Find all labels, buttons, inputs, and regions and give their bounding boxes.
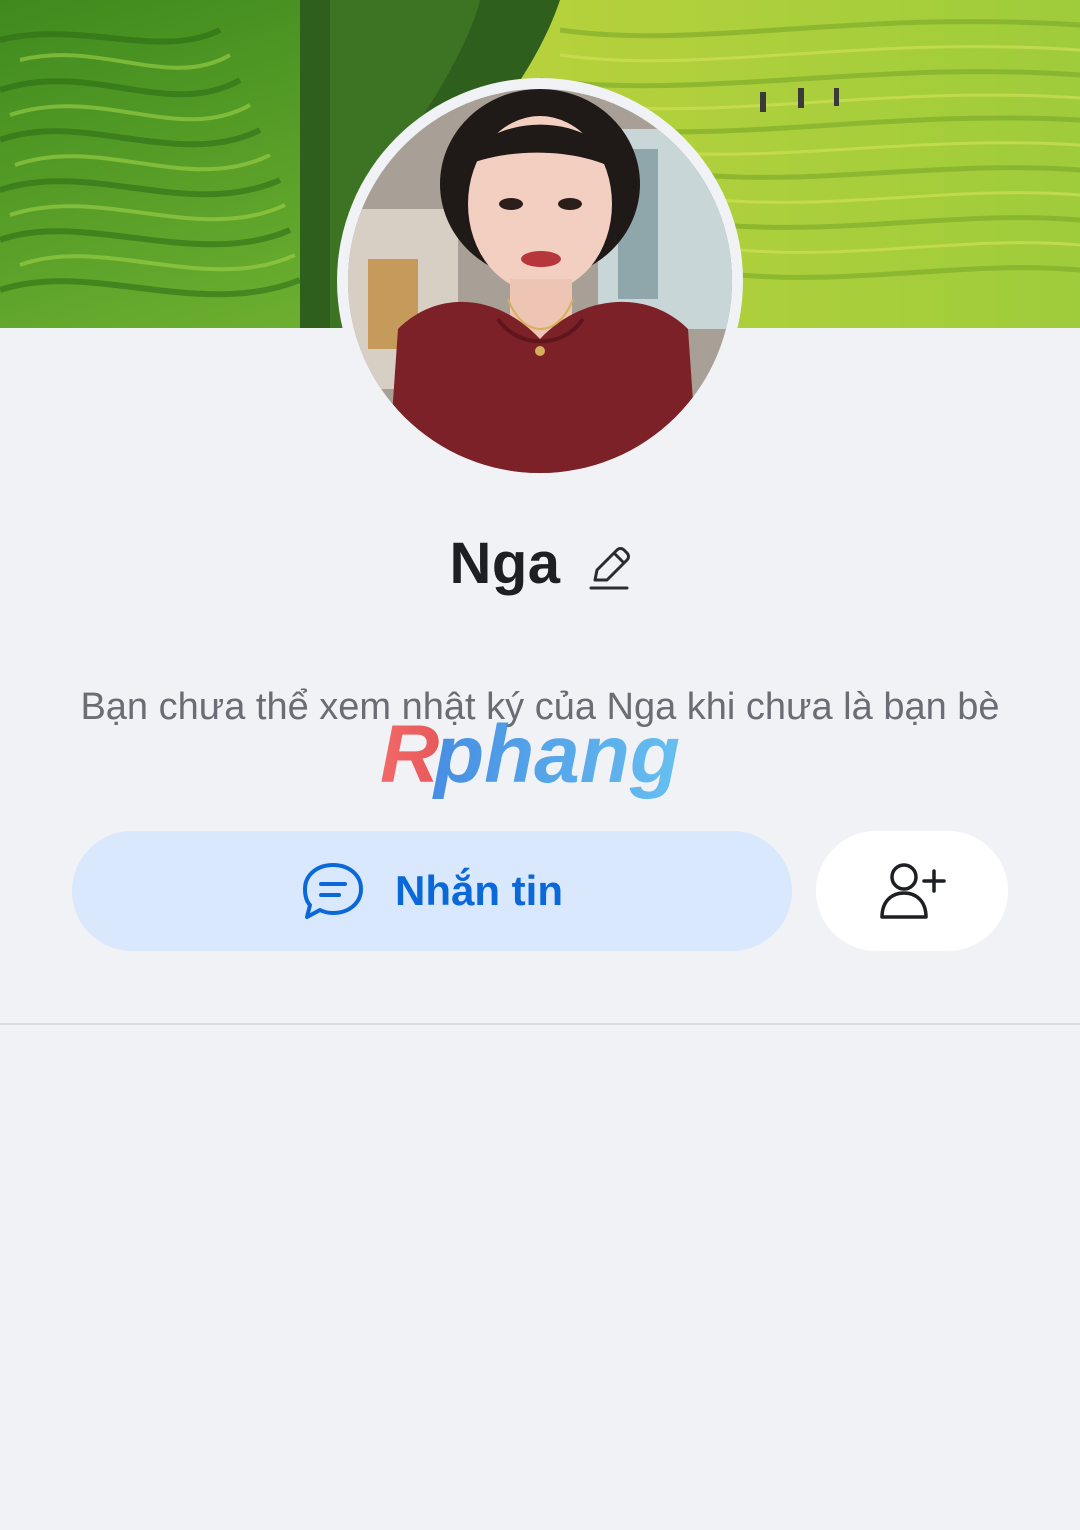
- watermark-logo: R phang: [380, 712, 680, 800]
- svg-text:phang: phang: [432, 712, 680, 800]
- add-friend-button[interactable]: [816, 831, 1008, 951]
- svg-text:R: R: [380, 712, 439, 800]
- section-divider: [0, 1023, 1080, 1025]
- chat-bubble-icon: [303, 863, 363, 919]
- message-button[interactable]: Nhắn tin: [72, 831, 792, 951]
- person-add-icon: [880, 863, 946, 919]
- avatar[interactable]: [348, 89, 732, 473]
- message-button-label: Nhắn tin: [395, 867, 563, 914]
- name-row: Nga: [0, 530, 1080, 597]
- pencil-icon[interactable]: [587, 542, 631, 592]
- profile-name: Nga: [449, 531, 561, 596]
